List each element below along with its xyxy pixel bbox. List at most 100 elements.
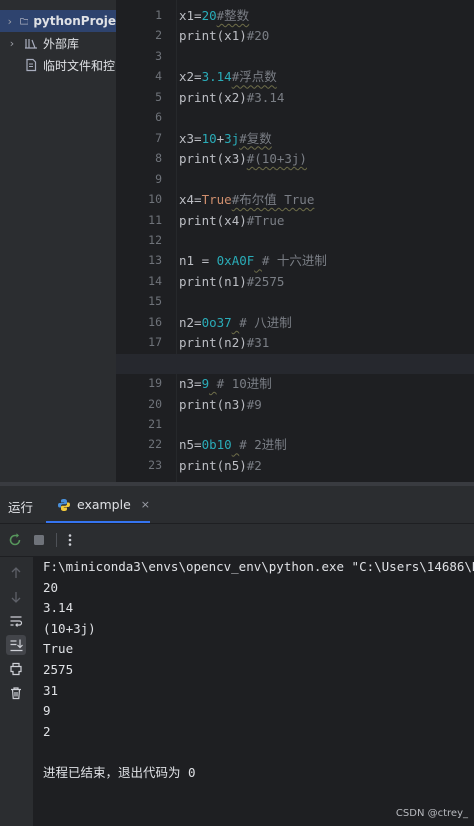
python-icon <box>57 498 70 511</box>
line-number: 5 <box>155 89 162 104</box>
scroll-up-icon <box>11 567 21 578</box>
code-line: print(x2)#3.14 <box>179 88 474 108</box>
code-line: print(x4)#True <box>179 211 474 231</box>
chevron-right-icon[interactable]: › <box>6 37 18 50</box>
scroll-up-button[interactable] <box>6 563 26 583</box>
line-number: 14 <box>148 273 162 288</box>
scroll-down-icon <box>11 592 21 603</box>
code-line: n2=0o37 # 八进制 <box>179 313 474 333</box>
console-side-toolbar <box>0 557 34 826</box>
rerun-button[interactable] <box>7 532 23 548</box>
console-output-line: 2 <box>43 723 51 739</box>
code-line <box>116 353 474 374</box>
code-token: #2 <box>246 457 262 473</box>
line-number: 9 <box>155 171 162 186</box>
code-token: (x4) <box>216 212 247 228</box>
code-token: #整数 <box>216 8 250 23</box>
line-number: 8 <box>155 151 162 166</box>
line-number: 2 <box>155 28 162 43</box>
stop-icon <box>34 535 44 545</box>
code-line: print(n1)#2575 <box>179 272 474 292</box>
code-token: 0b10 <box>201 437 232 453</box>
console-output[interactable]: F:\miniconda3\envs\opencv_env\python.exe… <box>34 557 474 826</box>
code-token: (n1) <box>216 273 247 289</box>
code-line: print(x3)#(10+3j) <box>179 149 474 169</box>
code-token: #2575 <box>246 273 285 289</box>
line-number: 15 <box>148 294 162 309</box>
code-token: #3.14 <box>246 89 285 105</box>
code-token: 10 <box>201 130 217 146</box>
stop-button[interactable] <box>31 532 47 548</box>
close-icon[interactable]: × <box>141 498 150 511</box>
code-token: n1 = <box>179 253 217 269</box>
line-number: 13 <box>148 253 162 268</box>
code-token: #复数 <box>239 130 272 146</box>
line-number: 19 <box>148 376 162 391</box>
code-line: n5=0b10 # 2进制 <box>179 435 474 455</box>
more-button[interactable] <box>62 532 78 548</box>
line-number: 17 <box>148 335 162 350</box>
scroll-down-button[interactable] <box>6 587 26 607</box>
code-token: print <box>179 151 217 167</box>
tree-item-external-libraries[interactable]: › 外部库 <box>0 32 116 54</box>
code-token: # 八进制 <box>239 314 292 330</box>
code-line: print(n5)#2 <box>179 456 474 476</box>
trash-icon <box>11 687 21 700</box>
code-token: #布尔值 True <box>231 192 315 208</box>
code-editor[interactable]: 1234567891011121314151617181920212223 x1… <box>116 0 474 482</box>
tree-item-scratches[interactable]: 临时文件和控 <box>0 54 116 76</box>
line-number: 10 <box>148 192 162 207</box>
watermark: CSDN @ctrey_ <box>395 808 468 819</box>
code-token: n2= <box>179 314 202 330</box>
active-tab-indicator <box>46 521 150 523</box>
rerun-icon <box>9 533 21 546</box>
code-line: x1=20#整数 <box>179 6 474 26</box>
print-button[interactable] <box>6 659 26 679</box>
chevron-right-icon[interactable]: › <box>6 15 14 28</box>
code-token: n3= <box>179 376 202 392</box>
console-output-line: 进程已结束，退出代码为 0 <box>43 765 196 780</box>
scratch-icon <box>26 58 37 72</box>
code-token: 3j <box>224 130 240 146</box>
code-token: # 10进制 <box>216 376 272 392</box>
code-token: #True <box>246 212 285 228</box>
code-token: print <box>179 335 217 351</box>
code-line: n1 = 0xA0F # 十六进制 <box>179 251 474 271</box>
code-token: 0xA0F <box>216 253 255 269</box>
line-number: 23 <box>148 457 162 472</box>
scroll-to-end-button[interactable] <box>6 635 26 655</box>
soft-wrap-icon <box>10 616 23 627</box>
folder-icon <box>19 18 29 25</box>
tree-item-project[interactable]: › pythonProje <box>0 10 116 32</box>
scroll-to-end-icon <box>10 639 23 652</box>
console-output-line: 20 <box>43 579 59 595</box>
tree-item-label: 临时文件和控 <box>43 58 116 73</box>
code-token: (n3) <box>216 396 247 412</box>
console-command-line: F:\miniconda3\envs\opencv_env\python.exe… <box>43 559 474 574</box>
line-number: 16 <box>148 314 162 329</box>
code-token: (n5) <box>216 457 247 473</box>
code-token: (x1) <box>216 28 247 44</box>
line-number-gutter: 1234567891011121314151617181920212223 <box>116 0 176 482</box>
tab-example[interactable]: example × <box>46 486 150 523</box>
soft-wrap-button[interactable] <box>6 611 26 631</box>
line-number: 21 <box>148 417 162 431</box>
console-output-line: 3.14 <box>43 600 74 616</box>
code-line: x4=True#布尔值 True <box>179 190 474 210</box>
code-token: (x2) <box>216 89 247 105</box>
line-number: 1 <box>155 8 162 22</box>
clear-button[interactable] <box>6 683 26 703</box>
code-token: print <box>179 273 217 289</box>
code-token: #9 <box>246 396 262 412</box>
code-token: # 2进制 <box>239 437 287 453</box>
code-line: n3=9 # 10进制 <box>179 374 474 394</box>
line-number: 11 <box>148 212 162 227</box>
console-output-line: (10+3j) <box>43 620 96 636</box>
code-token: n5= <box>179 437 202 453</box>
code-token: x4= <box>179 192 202 208</box>
